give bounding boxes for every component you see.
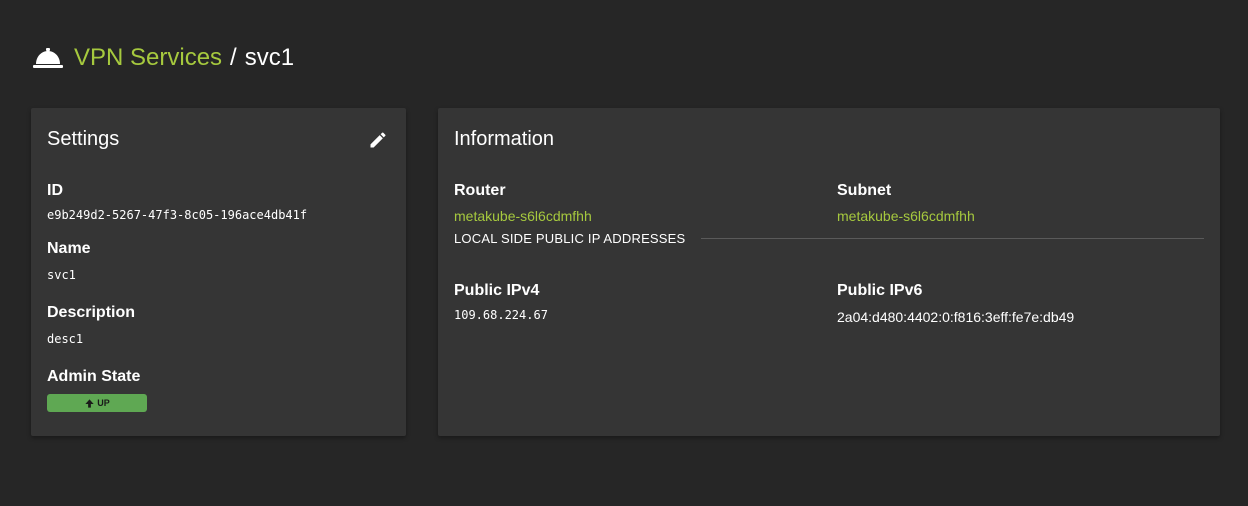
subnet-field: Subnet metakube-s6l6cdmfhh — [837, 182, 975, 224]
admin-state-label: Admin State — [47, 368, 141, 385]
concierge-bell-icon — [33, 46, 63, 70]
router-label: Router — [454, 182, 506, 199]
ipv6-value: 2a04:d480:4402:0:f816:3eff:fe7e:db49 — [837, 309, 1075, 325]
description-label: Description — [47, 304, 136, 321]
admin-state-value: UP — [97, 398, 110, 408]
subnet-label: Subnet — [837, 182, 892, 199]
name-value: svc1 — [47, 268, 76, 282]
information-card: Information Router metakube-s6l6cdmfhh S… — [438, 108, 1220, 436]
section-divider — [701, 238, 1204, 239]
name-field: Name svc1 — [47, 240, 91, 282]
id-label: ID — [47, 182, 63, 199]
breadcrumb-separator: / — [230, 44, 237, 71]
description-field: Description desc1 — [47, 304, 135, 346]
section-title: LOCAL SIDE PUBLIC IP ADDRESSES — [454, 231, 686, 246]
breadcrumb: VPN Services / svc1 — [33, 42, 294, 74]
router-link[interactable]: metakube-s6l6cdmfhh — [454, 208, 592, 224]
subnet-link[interactable]: metakube-s6l6cdmfhh — [837, 208, 975, 224]
ipv6-field: Public IPv6 2a04:d480:4402:0:f816:3eff:f… — [837, 282, 1074, 325]
breadcrumb-current: svc1 — [244, 44, 295, 71]
section-header: LOCAL SIDE PUBLIC IP ADDRESSES — [454, 231, 1204, 246]
name-label: Name — [47, 240, 91, 257]
ipv4-label: Public IPv4 — [454, 282, 540, 299]
admin-state-badge: UP — [47, 394, 147, 412]
id-field: ID e9b249d2-5267-47f3-8c05-196ace4db41f — [47, 182, 307, 222]
arrow-up-icon — [85, 398, 94, 408]
ipv4-value: 109.68.224.67 — [454, 308, 548, 322]
admin-state-field: Admin State UP — [47, 368, 147, 412]
id-value: e9b249d2-5267-47f3-8c05-196ace4db41f — [47, 208, 308, 222]
edit-button[interactable] — [366, 128, 390, 152]
settings-title: Settings — [47, 128, 120, 150]
ipv6-label: Public IPv6 — [837, 282, 923, 299]
settings-card: Settings ID e9b249d2-5267-47f3-8c05-196a… — [31, 108, 406, 436]
router-field: Router metakube-s6l6cdmfhh — [454, 182, 592, 224]
description-value: desc1 — [47, 332, 84, 346]
information-title: Information — [454, 128, 555, 150]
breadcrumb-vpn-services-link[interactable]: VPN Services — [74, 44, 222, 72]
pencil-icon — [370, 132, 386, 148]
ipv4-field: Public IPv4 109.68.224.67 — [454, 282, 548, 322]
